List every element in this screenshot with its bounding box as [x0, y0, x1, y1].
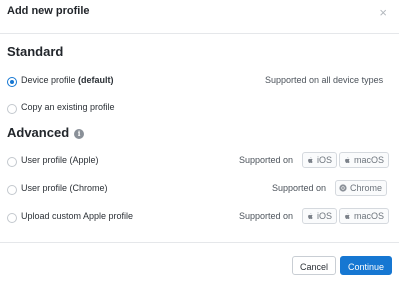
apple-icon: [308, 156, 313, 164]
upload-custom-profile-supported-text: Supported on: [239, 211, 294, 221]
chrome-badge: Chrome: [335, 180, 388, 196]
add-profile-dialog: Add new profile × Standard Device profil…: [0, 0, 399, 281]
info-icon[interactable]: i: [74, 129, 85, 139]
advanced-section-title: Advanced i: [7, 125, 85, 140]
upload-custom-profile-radio[interactable]: [7, 213, 17, 223]
ios-badge: iOS: [302, 152, 338, 168]
standard-section-title: Standard: [7, 44, 64, 59]
user-profile-chrome-radio[interactable]: [7, 185, 17, 195]
device-profile-supported-text: Supported on all device types: [265, 75, 384, 85]
user-profile-apple-label: User profile (Apple): [21, 155, 99, 165]
option-device-profile[interactable]: Device profile (default) Supported on al…: [0, 72, 399, 92]
user-profile-chrome-supported-text: Supported on: [272, 183, 327, 193]
continue-button[interactable]: Continue: [340, 256, 392, 275]
option-copy-existing-profile[interactable]: Copy an existing profile: [0, 99, 399, 119]
dialog-header: Add new profile ×: [0, 0, 399, 34]
apple-icon: [345, 156, 350, 164]
dialog-title: Add new profile: [7, 5, 90, 17]
apple-icon: [345, 212, 350, 220]
device-profile-radio[interactable]: [7, 77, 17, 87]
ios-badge: iOS: [302, 208, 338, 224]
option-upload-custom-apple-profile[interactable]: Upload custom Apple profile Supported on…: [0, 208, 399, 228]
dialog-footer: Cancel Continue: [0, 242, 399, 282]
upload-custom-profile-label: Upload custom Apple profile: [21, 211, 134, 221]
user-profile-chrome-label: User profile (Chrome): [21, 183, 108, 193]
copy-profile-label: Copy an existing profile: [21, 102, 115, 112]
option-user-profile-chrome[interactable]: User profile (Chrome) Supported on Chrom…: [0, 180, 399, 200]
apple-icon: [308, 212, 313, 220]
close-icon[interactable]: ×: [379, 6, 387, 20]
copy-profile-radio[interactable]: [7, 104, 17, 114]
cancel-button[interactable]: Cancel: [292, 256, 336, 275]
user-profile-apple-radio[interactable]: [7, 157, 17, 167]
device-profile-label: Device profile (default): [21, 75, 114, 85]
chrome-icon: [339, 184, 347, 192]
macos-badge: macOS: [339, 152, 390, 168]
user-profile-apple-supported-text: Supported on: [239, 155, 294, 165]
macos-badge: macOS: [339, 208, 390, 224]
option-user-profile-apple[interactable]: User profile (Apple) Supported on iOS ma…: [0, 152, 399, 172]
